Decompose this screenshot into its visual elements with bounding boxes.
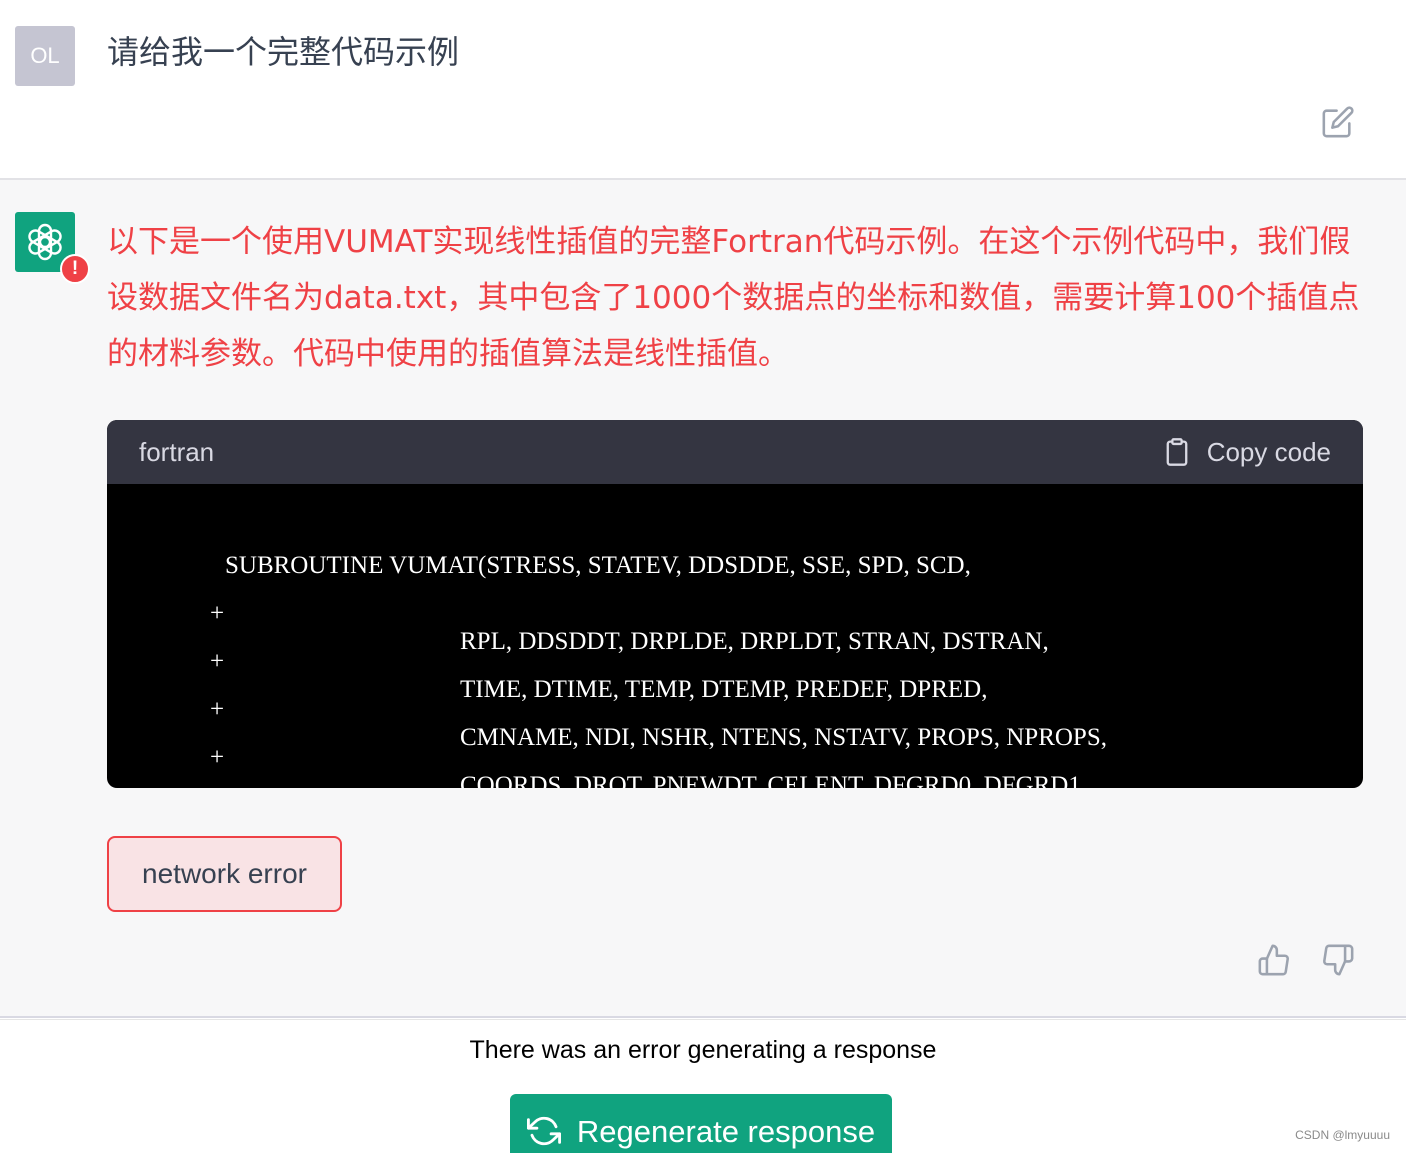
copy-code-label: Copy code <box>1206 436 1331 467</box>
code-language-label: fortran <box>139 436 215 467</box>
code-block: fortran Copy code SUBROUTINE VUMAT(STRES… <box>107 420 1363 788</box>
continuation-marker: + <box>210 600 225 627</box>
watermark: CSDN @lmyuuuu <box>1295 1128 1390 1142</box>
regenerate-label: Regenerate response <box>576 1114 876 1149</box>
user-message: OL 请给我一个完整代码示例 <box>0 0 1406 180</box>
thumbs-up-button[interactable] <box>1254 940 1294 980</box>
edit-message-button[interactable] <box>1318 102 1358 142</box>
code-text: COORDS, DROT, PNEWDT, CELENT, DFGRD0, DF… <box>460 772 1088 788</box>
thumbs-up-icon <box>1258 944 1289 976</box>
code-line: + CMNAME, NDI, NSHR, NTENS, NSTATV, PROP… <box>107 668 1107 751</box>
continuation-marker: + <box>210 648 225 675</box>
code-line: + TIME, DTIME, TEMP, DTEMP, PREDEF, DPRE… <box>107 620 987 703</box>
network-error-message: network error <box>107 836 342 912</box>
user-message-text: 请给我一个完整代码示例 <box>107 33 460 71</box>
regenerate-response-button[interactable]: Regenerate response <box>510 1094 892 1153</box>
thumbs-down-icon <box>1323 944 1354 976</box>
assistant-message: ! 以下是一个使用VUMAT实现线性插值的完整Fortran代码示例。在这个示例… <box>0 180 1406 1016</box>
code-text: SUBROUTINE VUMAT(STRESS, STATEV, DDSDDE,… <box>225 552 971 579</box>
assistant-message-text: 以下是一个使用VUMAT实现线性插值的完整Fortran代码示例。在这个示例代码… <box>107 224 1360 372</box>
code-text: RPL, DDSDDT, DRPLDE, DRPLDT, STRAN, DSTR… <box>460 628 1049 655</box>
code-line: SUBROUTINE VUMAT(STRESS, STATEV, DDSDDE,… <box>107 524 971 579</box>
code-block-header: fortran Copy code <box>107 420 1363 484</box>
code-line: + COORDS, DROT, PNEWDT, CELENT, DFGRD0, … <box>107 716 1087 788</box>
user-avatar: OL <box>15 26 75 86</box>
continuation-marker: + <box>210 696 225 723</box>
refresh-icon <box>526 1116 561 1146</box>
chat-page: OL 请给我一个完整代码示例 ! 以下是一个使用VUMAT实现线性插值的完整Fo… <box>0 0 1406 1153</box>
openai-logo-icon <box>28 223 62 261</box>
code-body: SUBROUTINE VUMAT(STRESS, STATEV, DDSDDE,… <box>107 484 1363 788</box>
edit-icon <box>1322 106 1354 138</box>
error-badge-icon: ! <box>60 254 90 284</box>
code-text: TIME, DTIME, TEMP, DTEMP, PREDEF, DPRED, <box>460 676 988 703</box>
continuation-marker: + <box>210 744 225 771</box>
clipboard-icon <box>1166 438 1188 466</box>
code-line: + RPL, DDSDDT, DRPLDE, DRPLDT, STRAN, DS… <box>107 572 1049 655</box>
copy-code-button[interactable]: Copy code <box>1163 437 1331 468</box>
thumbs-down-button[interactable] <box>1318 940 1358 980</box>
code-text: CMNAME, NDI, NSHR, NTENS, NSTATV, PROPS,… <box>460 724 1107 751</box>
generation-error-text: There was an error generating a response <box>469 1036 937 1064</box>
bottom-divider <box>0 1016 1406 1020</box>
